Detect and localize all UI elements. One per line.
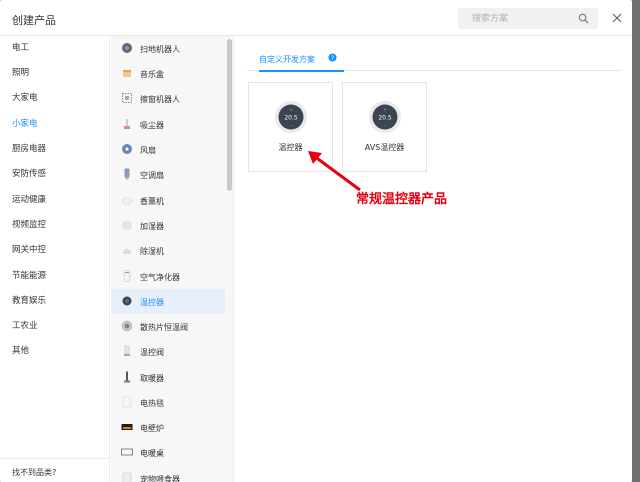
dialog-title: 创建产品 (12, 14, 56, 27)
subcategory-label: 散热片恒温阀 (140, 323, 188, 332)
category-footer: 找不到品类? (0, 458, 110, 482)
subcategory-item[interactable]: 散热片恒温阀 (111, 314, 225, 339)
subcategory-label: 音乐盒 (140, 70, 164, 79)
missing-category-link[interactable]: 找不到品类? (12, 467, 56, 478)
subcategory-label: 温控器 (140, 298, 164, 307)
subcategory-label: 空调扇 (140, 171, 164, 180)
tab-underline (259, 70, 344, 72)
subcategory-item[interactable]: 除湿机 (111, 238, 225, 263)
category-item-gateway[interactable]: 网关中控 (0, 238, 110, 263)
subcategory-label: 风扇 (140, 146, 156, 155)
subcategory-item[interactable]: 空气净化器 (111, 264, 225, 289)
category-item-video-surveillance[interactable]: 视频监控 (0, 213, 110, 238)
category-item-energy[interactable]: 节能能源 (0, 264, 110, 289)
subcategory-label: 香薰机 (140, 197, 164, 206)
thermostat-icon: 20.5 + − (369, 101, 401, 133)
humidifier-icon (122, 221, 132, 230)
subcategory-item[interactable]: 加湿器 (111, 213, 225, 238)
svg-text:+: + (289, 107, 292, 112)
subcategory-label: 除湿机 (140, 247, 164, 256)
subcategory-label: 吸尘器 (140, 121, 164, 130)
svg-text:20.5: 20.5 (378, 115, 392, 122)
thermostat-icon (122, 296, 132, 306)
subcategory-label: 擦窗机器人 (140, 95, 180, 104)
subcategory-scrollbar[interactable] (227, 36, 232, 482)
category-item-kitchen[interactable]: 厨房电器 (0, 137, 110, 162)
thermostat-icon: 20.5 + − (275, 101, 307, 133)
electric-fireplace-icon (121, 424, 133, 430)
annotation-arrow-icon (308, 151, 361, 192)
search-box (458, 8, 598, 29)
category-list: 电工 照明 大家电 小家电 厨房电器 安防传感 运动健康 视频监控 网关中控 节… (0, 36, 110, 482)
search-icon[interactable] (578, 13, 589, 24)
tab-custom-development[interactable]: 自定义开发方案 ? (259, 53, 344, 72)
category-item-lighting[interactable]: 照明 (0, 61, 110, 86)
svg-text:20.5: 20.5 (284, 115, 298, 122)
subcategory-item[interactable]: 扫地机器人 (111, 36, 225, 61)
scrollbar-thumb[interactable] (227, 39, 232, 191)
subcategory-label: 电热毯 (140, 399, 164, 408)
tab-label: 自定义开发方案 (259, 55, 315, 64)
svg-text:?: ? (331, 55, 334, 62)
heated-table-icon (121, 448, 133, 456)
help-icon[interactable]: ? (328, 53, 337, 62)
subcategory-item[interactable]: 电热毯 (111, 390, 225, 415)
svg-text:−: − (383, 123, 386, 128)
solution-panel: 自定义开发方案 ? 20.5 + − 温控器 20.5 + − AVS温控器 (235, 36, 632, 482)
subcategory-label: 温控阀 (140, 348, 164, 357)
subcategory-label: 空气净化器 (140, 273, 180, 282)
air-purifier-icon (123, 270, 131, 282)
solution-tabs: 自定义开发方案 ? (247, 48, 622, 72)
annotation-label: 常规温控器产品 (356, 192, 448, 207)
category-item-large-appliance[interactable]: 大家电 (0, 86, 110, 111)
air-cooler-icon (124, 168, 130, 180)
fan-icon (122, 144, 132, 154)
svg-text:+: + (383, 107, 386, 112)
pet-feeder-icon (122, 472, 132, 482)
category-item-industry-agriculture[interactable]: 工农业 (0, 314, 110, 339)
dehumidifier-icon (122, 248, 132, 254)
subcategory-list: 扫地机器人 音乐盒 擦窗机器人 吸尘器 风扇 空调扇 香薰机 加湿器 除湿机 空… (111, 36, 234, 482)
subcategory-item[interactable]: 取暖器 (111, 365, 225, 390)
category-item-education[interactable]: 教育娱乐 (0, 289, 110, 314)
subcategory-item[interactable]: 温控阀 (111, 339, 225, 364)
temperature-valve-icon (124, 345, 130, 356)
subcategory-label: 电暖桌 (140, 449, 164, 458)
vacuum-cleaner-icon (124, 119, 130, 129)
dialog-header: 创建产品 (0, 0, 632, 36)
background-overlay (632, 0, 640, 482)
category-item-other[interactable]: 其他 (0, 339, 110, 364)
subcategory-item[interactable]: 香薰机 (111, 188, 225, 213)
subcategory-item[interactable]: 吸尘器 (111, 112, 225, 137)
close-icon[interactable] (611, 12, 623, 24)
search-input[interactable] (458, 8, 576, 29)
category-item-electrician[interactable]: 电工 (0, 36, 110, 61)
category-item-security-sensor[interactable]: 安防传感 (0, 162, 110, 187)
subcategory-label: 扫地机器人 (140, 45, 180, 54)
aroma-diffuser-icon (121, 197, 133, 205)
subcategory-item[interactable]: 宠物喂食器 (111, 466, 225, 482)
robot-vacuum-icon (122, 43, 132, 53)
electric-blanket-icon (122, 396, 132, 408)
subcategory-item[interactable]: 擦窗机器人 (111, 86, 225, 111)
subcategory-label: 取暖器 (140, 374, 164, 383)
subcategory-label: 宠物喂食器 (140, 475, 180, 482)
heater-icon (124, 371, 130, 383)
radiator-valve-icon (121, 320, 133, 332)
subcategory-item[interactable]: 空调扇 (111, 162, 225, 187)
category-item-sports-health[interactable]: 运动健康 (0, 188, 110, 213)
subcategory-item[interactable]: 电暖桌 (111, 440, 225, 465)
subcategory-item[interactable]: 风扇 (111, 137, 225, 162)
subcategory-item[interactable]: 电壁炉 (111, 415, 225, 440)
subcategory-label: 电壁炉 (140, 424, 164, 433)
subcategory-item-thermostat[interactable]: 温控器 (111, 289, 225, 314)
subcategory-item[interactable]: 音乐盒 (111, 61, 225, 86)
category-item-small-appliance[interactable]: 小家电 (0, 112, 110, 137)
music-box-icon (123, 70, 131, 77)
create-product-dialog: 创建产品 电工 照明 大家电 小家电 厨房电器 安防传感 运动健康 视频监控 网… (0, 0, 632, 482)
svg-text:−: − (289, 123, 292, 128)
subcategory-label: 加湿器 (140, 222, 164, 231)
window-robot-icon (122, 93, 132, 103)
